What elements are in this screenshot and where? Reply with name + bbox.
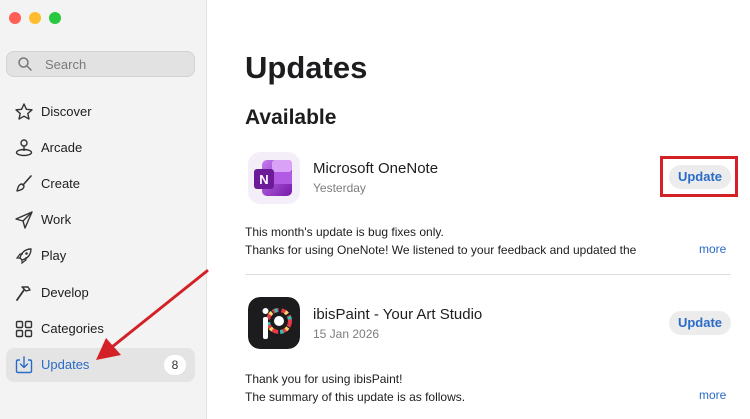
updates-count-badge: 8 (164, 355, 186, 375)
app-date: 15 Jan 2026 (313, 327, 380, 341)
search-input[interactable]: Search (6, 51, 195, 77)
release-note-line: Thanks for using OneNote! We listened to… (245, 243, 637, 257)
sidebar-item-label: Create (41, 176, 81, 191)
sidebar: Search Discover Arcade Create Work Play … (0, 0, 207, 419)
annotation-highlight-box (660, 156, 738, 197)
download-tray-icon (15, 356, 33, 374)
rocket-icon (15, 248, 32, 265)
paintbrush-icon (16, 175, 32, 192)
sidebar-item-play[interactable]: Play (6, 239, 195, 273)
sidebar-item-label: Discover (41, 104, 92, 119)
sidebar-item-updates[interactable]: Updates 8 (6, 348, 195, 382)
ibispaint-update-button[interactable]: Update (669, 311, 731, 335)
more-link[interactable]: more (699, 388, 726, 402)
sidebar-item-label: Categories (41, 321, 104, 336)
release-note-line: Thank you for using ibisPaint! (245, 372, 403, 386)
window-close-button[interactable] (9, 12, 21, 24)
window-zoom-button[interactable] (49, 12, 61, 24)
sidebar-item-label: Play (41, 248, 67, 263)
search-icon (18, 57, 32, 71)
page-title: Updates (245, 50, 368, 85)
sidebar-item-work[interactable]: Work (6, 203, 195, 237)
sidebar-item-label: Develop (41, 285, 89, 300)
sidebar-item-label: Arcade (41, 140, 83, 155)
grid-icon (15, 320, 33, 338)
app-name: ibisPaint - Your Art Studio (313, 306, 483, 323)
section-title: Available (245, 106, 337, 129)
release-notes: Thank you for using ibisPaint! The summa… (245, 370, 675, 406)
svg-text:N: N (259, 172, 268, 187)
app-date: Yesterday (313, 181, 366, 195)
search-placeholder: Search (45, 57, 87, 72)
sidebar-item-create[interactable]: Create (6, 167, 195, 201)
ibispaint-icon[interactable] (248, 297, 300, 349)
more-link[interactable]: more (699, 242, 726, 256)
sidebar-item-label: Work (41, 212, 72, 227)
window-minimize-button[interactable] (29, 12, 41, 24)
joystick-icon (15, 139, 33, 157)
divider (245, 274, 731, 275)
hammer-icon (16, 286, 31, 301)
main-content: Updates Available N Microsoft OneNote Ye… (207, 0, 750, 419)
onenote-icon[interactable]: N (248, 152, 300, 204)
app-name: Microsoft OneNote (313, 160, 439, 177)
release-note-line: The summary of this update is as follows… (245, 390, 466, 404)
star-icon (15, 103, 33, 120)
release-notes: This month's update is bug fixes only. T… (245, 223, 675, 259)
sidebar-item-label: Updates (41, 357, 90, 372)
sidebar-item-arcade[interactable]: Arcade (6, 131, 195, 165)
sidebar-item-develop[interactable]: Develop (6, 276, 195, 310)
sidebar-item-discover[interactable]: Discover (6, 95, 195, 129)
sidebar-item-categories[interactable]: Categories (6, 312, 195, 346)
paperplane-icon (15, 211, 33, 229)
release-note-line: This month's update is bug fixes only. (245, 225, 444, 239)
